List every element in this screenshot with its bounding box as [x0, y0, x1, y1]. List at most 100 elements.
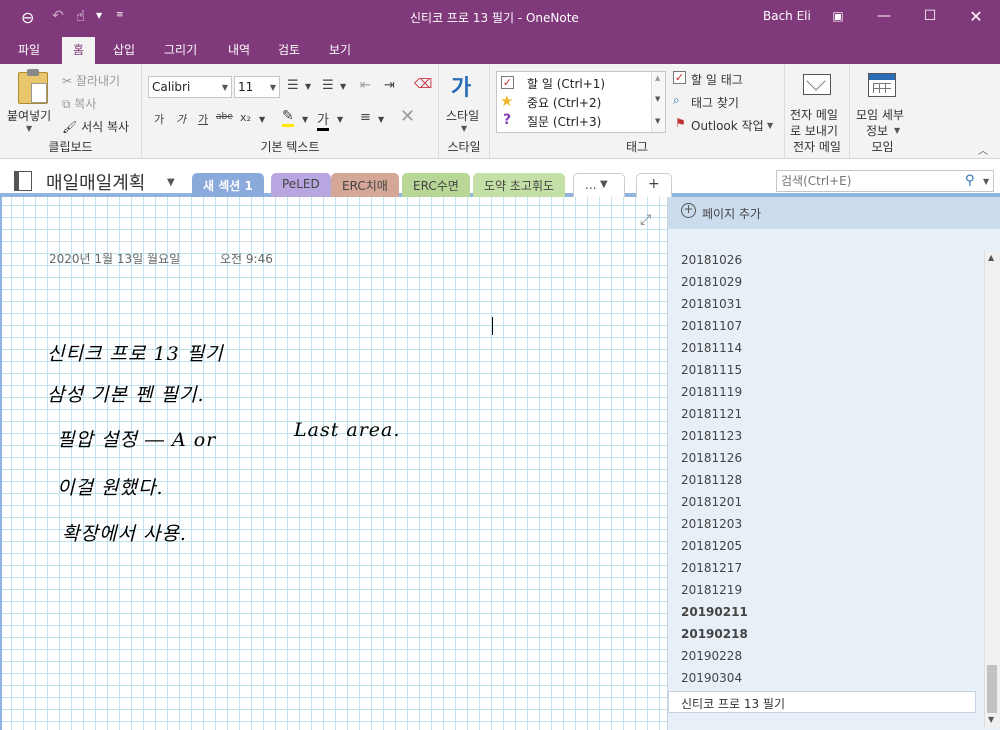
align-dropdown-icon[interactable]: ▼ [378, 115, 384, 124]
minimize-icon[interactable]: — [861, 0, 907, 34]
tag-todo-item[interactable]: ✓ 할 일 (Ctrl+1) [500, 74, 650, 93]
page-item[interactable]: 20181123 [681, 429, 742, 443]
numbering-icon[interactable]: ☰ [322, 78, 334, 93]
section-tab-peled[interactable]: PeLED [271, 173, 331, 197]
page-item[interactable]: 20190304 [681, 671, 742, 685]
delete-icon[interactable]: ✕ [400, 106, 415, 127]
touch-mode-icon[interactable]: ☝ [76, 7, 85, 25]
tab-view[interactable]: 보기 [329, 41, 351, 58]
tab-draw[interactable]: 그리기 [164, 41, 197, 58]
current-page-item[interactable]: 신티코 프로 13 필기 [668, 691, 976, 713]
font-name-box[interactable]: Calibri ▼ [148, 76, 232, 98]
bullets-dropdown-icon[interactable]: ▼ [305, 82, 311, 91]
page-item[interactable]: 20181217 [681, 561, 742, 575]
page-item[interactable]: 20181119 [681, 385, 742, 399]
bullets-icon[interactable]: ☰ [287, 78, 299, 93]
highlight-icon[interactable]: ✎ [282, 108, 294, 127]
page-item[interactable]: 20181107 [681, 319, 742, 333]
numbering-dropdown-icon[interactable]: ▼ [340, 82, 346, 91]
align-icon[interactable]: ≡ [360, 110, 371, 125]
notebook-name[interactable]: 매일매일계획 [46, 169, 145, 195]
styles-dropdown-icon[interactable]: ▼ [461, 124, 467, 133]
gallery-more-icon[interactable]: ▼ [655, 117, 660, 125]
tab-review[interactable]: 검토 [278, 41, 300, 58]
page-item[interactable]: 20190211 [681, 605, 748, 619]
page-item[interactable]: 20181029 [681, 275, 742, 289]
page-item[interactable]: 20181026 [681, 253, 742, 267]
styles-button[interactable]: 스타일 [446, 107, 479, 124]
copy-button[interactable]: ⧉ 복사 [62, 95, 96, 112]
page-item[interactable]: 20190218 [681, 627, 748, 641]
add-section-button[interactable]: + [636, 173, 672, 197]
font-dropdown-icon[interactable]: ▼ [222, 83, 228, 92]
page-item[interactable]: 20181126 [681, 451, 742, 465]
scroll-down-icon[interactable]: ▼ [655, 95, 660, 103]
meeting-dropdown-icon[interactable]: ▼ [894, 126, 900, 135]
section-tab-1[interactable]: 새 섹션 1 [192, 173, 264, 197]
meeting-button-line1[interactable]: 모임 세부 [856, 106, 904, 123]
email-button-line2[interactable]: 로 보내기 [790, 122, 838, 139]
page-list-scrollbar[interactable]: ▲ ▼ [984, 251, 999, 729]
customize-qat-icon[interactable]: ≡ [116, 10, 124, 20]
page-item[interactable]: 20181115 [681, 363, 742, 377]
more-sections-dropdown-icon[interactable]: ▼ [600, 179, 608, 190]
notebook-dropdown-icon[interactable]: ▼ [167, 177, 175, 188]
tab-file[interactable]: 파일 [18, 41, 40, 58]
expand-icon[interactable]: ⤢ [640, 212, 651, 228]
underline-button[interactable]: 가 [198, 111, 208, 127]
paste-dropdown-icon[interactable]: ▼ [26, 124, 32, 133]
subscript-dropdown-icon[interactable]: ▼ [259, 115, 265, 124]
tags-gallery-scroll[interactable]: ▲ ▼ ▼ [651, 72, 665, 132]
section-tab-brightness[interactable]: 도약 초고휘도 [473, 173, 566, 197]
font-size-box[interactable]: 11 ▼ [234, 76, 280, 98]
styles-icon[interactable]: 가 [451, 70, 471, 102]
tag-question-item[interactable]: ? 질문 (Ctrl+3) [500, 112, 650, 131]
notebook-icon[interactable] [14, 171, 32, 191]
find-tags-button[interactable]: 태그 찾기 [691, 94, 739, 111]
page-item[interactable]: 20181121 [681, 407, 742, 421]
page-item[interactable]: 20181128 [681, 473, 742, 487]
scroll-up-icon[interactable]: ▲ [988, 253, 994, 262]
page-item[interactable]: 20181219 [681, 583, 742, 597]
paste-icon[interactable] [18, 69, 48, 104]
highlight-dropdown-icon[interactable]: ▼ [302, 115, 308, 124]
bold-button[interactable]: 가 [154, 111, 164, 127]
page-item[interactable]: 20181114 [681, 341, 742, 355]
page-item[interactable]: 20181031 [681, 297, 742, 311]
tags-gallery[interactable]: ✓ 할 일 (Ctrl+1) ★ 중요 (Ctrl+2) ? 질문 (Ctrl+… [496, 71, 666, 133]
tab-history[interactable]: 내역 [228, 41, 250, 58]
scroll-down-icon[interactable]: ▼ [988, 715, 994, 724]
meeting-icon[interactable] [868, 73, 896, 97]
outlook-dropdown-icon[interactable]: ▼ [767, 121, 773, 130]
increase-indent-icon[interactable]: ⇥ [384, 78, 395, 93]
paste-button[interactable]: 붙여넣기 [7, 107, 51, 124]
section-tab-erc-dementia[interactable]: ERC치매 [331, 173, 399, 197]
cut-button[interactable]: ✂ 잘라내기 [62, 72, 120, 89]
user-name[interactable]: Bach Eli [763, 9, 811, 23]
strikethrough-button[interactable]: abe [216, 112, 233, 122]
clear-format-icon[interactable]: ⌫ [414, 77, 432, 92]
tab-home[interactable]: 홈 [62, 37, 96, 64]
page-canvas[interactable]: 2020년 1월 13일 월요일 오전 9:46 ⤢ 신티크 프로 13 필기 … [0, 197, 667, 730]
page-item[interactable]: 20190228 [681, 649, 742, 663]
page-item[interactable]: 20181203 [681, 517, 742, 531]
font-color-button[interactable]: 가 [317, 109, 329, 131]
italic-button[interactable]: 가 [176, 111, 186, 127]
page-item[interactable]: 20181205 [681, 539, 742, 553]
close-icon[interactable]: ✕ [953, 0, 999, 34]
font-color-dropdown-icon[interactable]: ▼ [337, 115, 343, 124]
todo-tag-button[interactable]: 할 일 태그 [691, 71, 743, 88]
format-painter-button[interactable]: 🖌 서식 복사 [62, 118, 129, 135]
search-scope-dropdown-icon[interactable]: ▼ [983, 177, 989, 186]
tab-insert[interactable]: 삽입 [113, 41, 135, 58]
tag-important-item[interactable]: ★ 중요 (Ctrl+2) [500, 92, 650, 112]
maximize-icon[interactable]: ☐ [907, 0, 953, 34]
collapse-ribbon-icon[interactable]: ︿ [978, 142, 988, 157]
add-page-button[interactable]: + 페이지 추가 [668, 197, 1000, 229]
undo-icon[interactable]: ↶ [52, 8, 64, 24]
section-tab-erc-sleep[interactable]: ERC수면 [402, 173, 470, 197]
scroll-up-icon[interactable]: ▲ [655, 74, 660, 82]
page-item[interactable]: 20181201 [681, 495, 742, 509]
touch-dropdown-icon[interactable]: ▼ [96, 11, 102, 20]
search-input[interactable] [777, 171, 957, 191]
